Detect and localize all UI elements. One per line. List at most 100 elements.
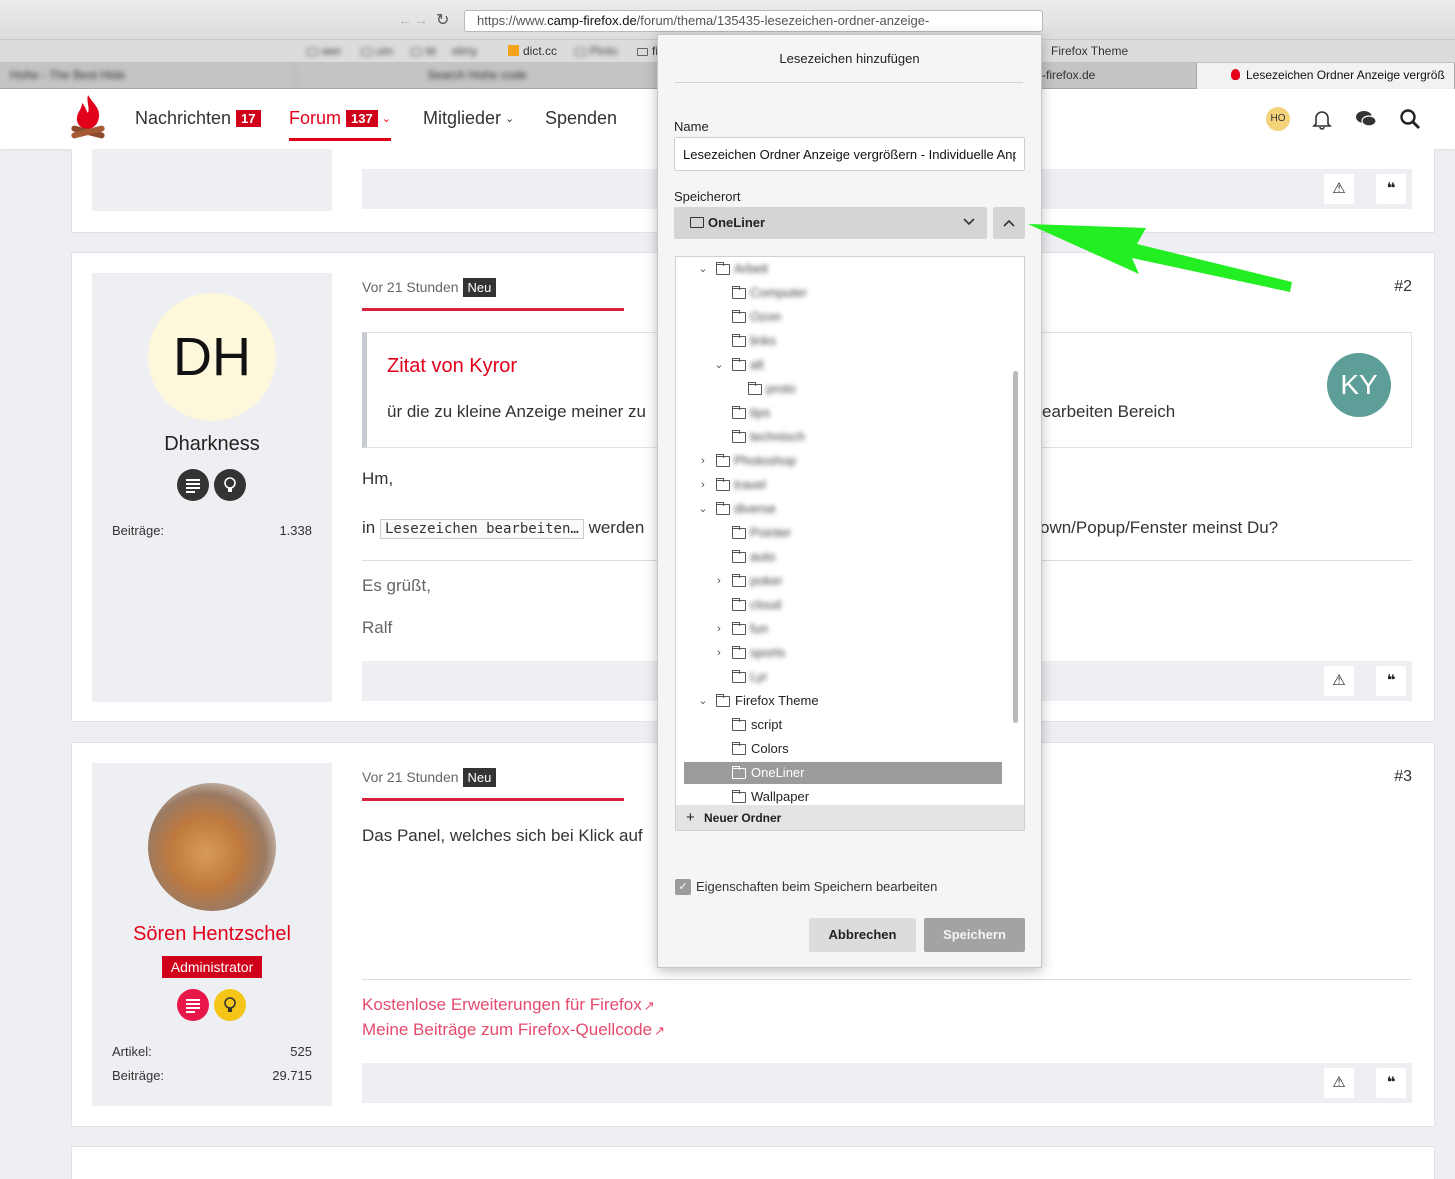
bookmark-blurred[interactable]: elmy [452,44,477,58]
tree-folder-blurred[interactable]: › fun [684,618,1002,640]
name-label: Name [674,119,709,134]
tree-folder-blurred[interactable]: Computer [684,282,1002,304]
post-next [71,1146,1435,1179]
signature-link-extensions[interactable]: Kostenlose Erweiterungen für Firefox ↗ [362,995,655,1015]
signature-link-source[interactable]: Meine Beiträge zum Firefox-Quellcode ↗ [362,1020,665,1040]
search-icon[interactable] [1398,107,1422,131]
user-avatar-dh[interactable]: DH [148,293,276,421]
signature-greeting: Es grüßt, [362,576,431,595]
quote-icon[interactable]: ❝ [1376,174,1406,204]
quote-icon[interactable]: ❝ [1376,666,1406,696]
quote-icon[interactable]: ❝ [1376,1068,1406,1098]
post-time[interactable]: Vor 21 Stunden Neu [362,768,497,787]
folder-icon [732,574,746,587]
tree-folder-blurred[interactable]: Pointer [684,522,1002,544]
folder-icon [307,48,318,56]
conversations-icon[interactable] [1354,107,1378,131]
new-folder-button[interactable]: + Neuer Ordner [676,805,1024,830]
quote-title[interactable]: Zitat von Kyror [387,355,517,378]
folder-icon [732,358,746,371]
user-avatar-cat[interactable] [148,783,276,911]
reload-icon[interactable]: ↻ [436,10,449,30]
external-link-icon: ↗ [643,998,655,1013]
folder-icon [732,526,746,539]
inline-code: Lesezeichen bearbeiten… [379,519,584,539]
tree-folder-firefox-theme[interactable]: ⌄ Firefox Theme [684,690,1002,712]
post-number[interactable]: #3 [1394,768,1412,786]
edit-properties-checkbox[interactable]: ✓ [675,879,691,895]
chevron-down-icon: ⌄ [505,113,515,125]
tab-camp-firefox[interactable]: -firefox.de [1040,63,1197,89]
tree-label: script [751,717,783,732]
time-text: Vor 21 Stunden [362,279,459,295]
cancel-button[interactable]: Abbrechen [809,918,916,952]
post-time[interactable]: Vor 21 Stunden Neu [362,278,497,297]
add-bookmark-panel: Lesezeichen hinzufügen Name Speicherort … [657,34,1042,968]
quote-avatar-ky[interactable]: KY [1327,353,1391,417]
posts-badge-icon [177,469,209,501]
bell-icon[interactable] [1310,107,1334,131]
tree-folder-blurred[interactable]: ⌄ Arbeit [684,258,1002,280]
campfire-logo-icon[interactable] [68,93,108,143]
back-forward-icon[interactable]: ←→ [398,12,430,28]
save-button[interactable]: Speichern [924,918,1025,952]
post-number[interactable]: #2 [1394,278,1412,296]
tree-folder-blurred[interactable]: auto [684,546,1002,568]
bookmark-folder-blurred[interactable]: wer [307,44,341,58]
tree-folder-colors[interactable]: Colors [684,738,1002,760]
annotation-arrow-icon [1028,224,1292,292]
bookmark-folder-blurred[interactable]: bt [411,44,436,58]
url-host: camp-firefox.de [547,13,637,28]
tree-folder-blurred[interactable]: ⌄ diverse [684,498,1002,520]
tree-folder-blurred[interactable]: Ozon [684,306,1002,328]
tab-active[interactable]: Lesezeichen Ordner Anzeige vergröß [1197,63,1455,89]
url-prefix: https://www. [477,13,548,28]
post-text-line2: in Lesezeichen bearbeiten… werden [362,518,644,539]
url-bar[interactable]: https://www.camp-firefox.de/forum/thema/… [464,10,1043,32]
tree-folder-blurred[interactable]: › sports [684,642,1002,664]
quote-text-left: ür die zu kleine Anzeige meiner zu [387,402,646,421]
location-value: OneLiner [708,215,766,230]
nav-label: Mitglieder [423,108,502,128]
tree-folder-blurred[interactable]: technisch [684,426,1002,448]
nav-members[interactable]: Mitglieder ⌄ [423,108,514,129]
bookmark-folder-blurred[interactable]: Pinto [575,44,617,58]
tree-folder-blurred[interactable]: ⌄ alt [684,354,1002,376]
bookmark-dictcc[interactable]: dict.cc [508,44,557,58]
tree-folder-blurred[interactable]: cloud [684,594,1002,616]
tree-folder-blurred[interactable]: › Photoshop [684,450,1002,472]
tab-blurred[interactable]: Hohe - The Best Hide [0,63,295,89]
folder-tree[interactable]: ⌄ Arbeit Computer Ozon links ⌄ alt proto t… [675,256,1025,831]
bookmark-folder-blurred[interactable]: um [361,44,393,58]
username[interactable]: Sören Hentzschel [92,923,332,946]
tree-folder-blurred[interactable]: proto [684,378,1002,400]
folder-icon [732,430,746,443]
tree-folder-blurred[interactable]: links [684,330,1002,352]
location-select[interactable]: OneLiner [674,207,987,239]
tree-scrollbar[interactable] [1013,371,1018,723]
tree-folder-blurred[interactable]: tips [684,402,1002,424]
bookmark-firefox-theme[interactable]: Firefox Theme [1051,44,1128,58]
bookmark-folder-partial[interactable]: fi [637,44,658,58]
nav-messages[interactable]: Nachrichten 17 [135,108,261,129]
user-avatar[interactable]: HO [1266,107,1290,131]
tree-folder-blurred[interactable]: › travel [684,474,1002,496]
bookmark-name-input[interactable] [674,137,1025,171]
tree-folder-oneliner-selected[interactable]: OneLiner [684,762,1002,784]
tab-blurred[interactable]: Search Hohe code [295,63,660,89]
post-actions: ⚠ ❝ [362,1063,1412,1103]
folder-icon [637,48,648,56]
username[interactable]: Dharkness [92,433,332,456]
chevron-down-icon: ⌄ [381,113,391,125]
report-icon[interactable]: ⚠ [1324,1068,1354,1098]
tree-folder-blurred[interactable]: › poker [684,570,1002,592]
nav-donate[interactable]: Spenden [545,108,617,129]
report-icon[interactable]: ⚠ [1324,174,1354,204]
tree-folder-blurred[interactable]: Lyr [684,666,1002,688]
report-icon[interactable]: ⚠ [1324,666,1354,696]
text-fragment: in [362,518,376,537]
nav-forum[interactable]: Forum 137 ⌄ [289,108,391,141]
tree-folder-script[interactable]: script [684,714,1002,736]
time-text: Vor 21 Stunden [362,769,459,785]
url-path: /forum/thema/135435-lesezeichen-ordner-a… [636,13,930,28]
